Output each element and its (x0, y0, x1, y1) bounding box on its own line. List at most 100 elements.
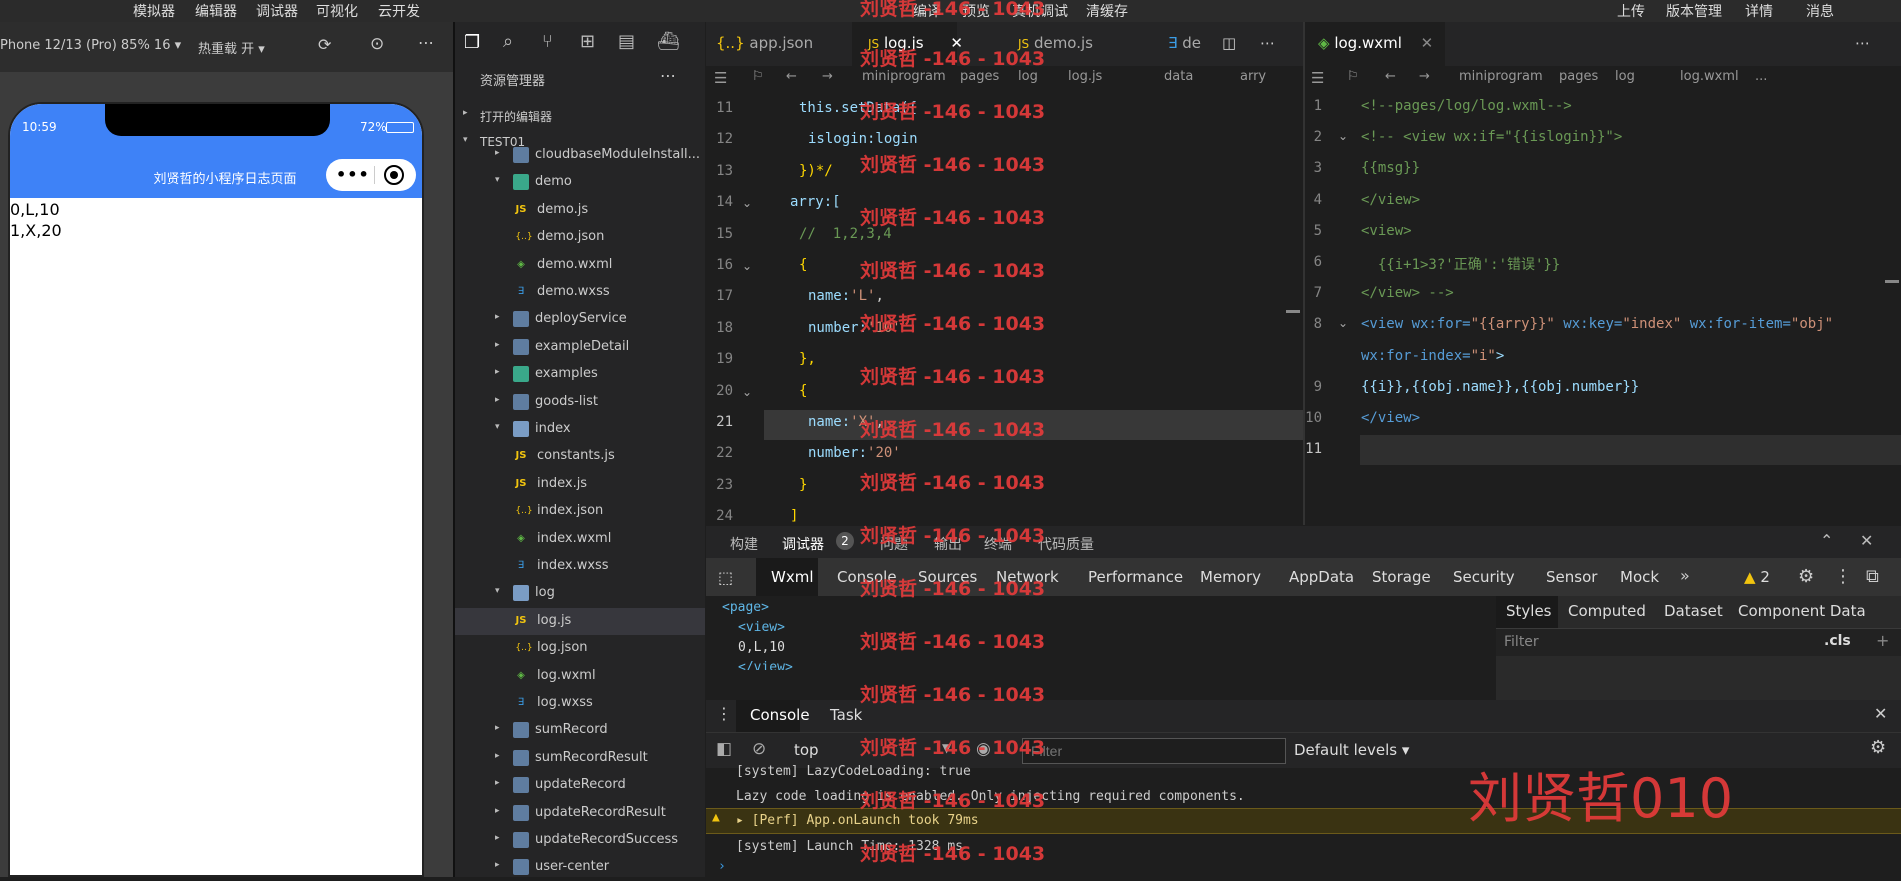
more-icon[interactable]: ⋯ (1855, 22, 1870, 66)
breadcrumb-item[interactable]: arry (1240, 69, 1266, 84)
settings-icon[interactable]: ⚙ (1798, 566, 1814, 587)
file-tree-item[interactable]: ▸ deployService (455, 306, 705, 333)
console-prompt-icon[interactable]: › (718, 859, 726, 874)
file-tree-item[interactable]: ▸ sumRecordResult (455, 745, 705, 772)
open-editors-section[interactable]: ▸ 打开的编辑器 (455, 102, 705, 129)
chevron-down-icon[interactable]: ▾ (495, 422, 500, 432)
tab-app-json[interactable]: {..} app.json (716, 22, 813, 66)
bookmark-icon[interactable]: ⚐ (752, 69, 764, 84)
sidebar-toggle-icon[interactable]: ◧ (716, 739, 732, 759)
file-tree-item[interactable]: ∃ log.wxss (455, 690, 705, 717)
dock-icon[interactable]: ⧉ (1866, 566, 1879, 587)
wxml-node[interactable]: <page> (722, 600, 769, 615)
details-button[interactable]: 详情 (1745, 1, 1773, 21)
file-tree-item[interactable]: ∃ demo.wxss (455, 279, 705, 306)
file-tree-item[interactable]: ▸ exampleDetail (455, 334, 705, 361)
tab-computed[interactable]: Computed (1568, 602, 1646, 620)
menu-visual[interactable]: 可视化 (316, 1, 358, 21)
cls-button[interactable]: .cls (1824, 633, 1851, 649)
breadcrumb-item[interactable]: pages (1559, 69, 1598, 84)
chevron-right-icon[interactable]: ▸ (495, 367, 500, 377)
capsule-close-icon[interactable] (384, 165, 404, 185)
log-levels-select[interactable]: Default levels ▾ (1294, 741, 1409, 759)
warning-count[interactable]: ▲ 2 (1744, 568, 1770, 586)
file-tree-item[interactable]: ▸ updateRecordResult (455, 800, 705, 827)
tab-de[interactable]: ∃ de (1168, 22, 1201, 66)
devtools-tab-sensor[interactable]: Sensor (1546, 568, 1597, 586)
fold-chevron-icon[interactable]: ⌄ (742, 196, 752, 210)
extensions-icon[interactable]: ⊞ (580, 31, 595, 52)
devtools-tab-performance[interactable]: Performance (1088, 568, 1183, 586)
file-tree-item[interactable]: ▸ goods-list (455, 389, 705, 416)
settings-icon[interactable]: ⚙ (1870, 737, 1886, 758)
file-tree-item[interactable]: ◈ log.wxml (455, 663, 705, 690)
back-icon[interactable]: ← (1385, 69, 1396, 84)
more-icon[interactable]: ⋯ (418, 33, 434, 52)
console-warning-line[interactable]: ▸ [Perf] App.onLaunch took 79ms (736, 813, 979, 828)
code-editor-right[interactable] (1305, 90, 1901, 525)
file-tree-item[interactable]: {..} demo.json (455, 224, 705, 251)
messages-button[interactable]: 消息 (1806, 1, 1834, 21)
file-tree-item[interactable]: JS constants.js (455, 443, 705, 470)
close-icon[interactable]: ✕ (1421, 34, 1434, 52)
back-icon[interactable]: ← (786, 69, 797, 84)
breadcrumb-item[interactable]: log (1615, 69, 1635, 84)
file-tree-item[interactable]: JS demo.js (455, 197, 705, 224)
close-icon[interactable]: ✕ (1860, 531, 1873, 550)
file-tree-item[interactable]: {..} log.json (455, 635, 705, 662)
wxml-node[interactable]: <view> (738, 620, 785, 635)
chevron-right-icon[interactable]: ▸ (495, 723, 500, 733)
tab-component-data[interactable]: Component Data (1738, 602, 1866, 620)
bookmark-icon[interactable]: ⚐ (1347, 69, 1359, 84)
fold-chevron-icon[interactable]: ⌄ (1338, 129, 1348, 143)
source-control-icon[interactable]: ⑂ (542, 31, 553, 52)
tab-console[interactable]: Console (750, 706, 810, 724)
inspect-icon[interactable]: ⬚ (718, 568, 733, 587)
capsule-menu[interactable]: ••• (326, 159, 416, 191)
devtools-tab-wxml[interactable]: Wxml (771, 568, 814, 586)
device-select[interactable]: Phone 12/13 (Pro) 85% 16 ▾ (0, 38, 181, 53)
clear-cache-button[interactable]: 清缓存 (1086, 1, 1128, 21)
fold-chevron-icon[interactable]: ⌄ (742, 385, 752, 399)
file-tree-item[interactable]: ▸ examples (455, 361, 705, 388)
chevron-right-icon[interactable]: ▸ (495, 148, 500, 158)
scrollbar-thumb[interactable] (1885, 280, 1899, 283)
clear-console-icon[interactable]: ⊘ (752, 739, 766, 759)
chevron-right-icon[interactable]: ▸ (495, 860, 500, 870)
files-icon[interactable]: ❐ (464, 32, 480, 53)
list-icon[interactable]: ☰ (1311, 69, 1324, 87)
chevron-right-icon[interactable]: ▸ (495, 833, 500, 843)
breadcrumb-item[interactable]: miniprogram (862, 69, 946, 84)
file-tree-item[interactable]: ▸ cloudbaseModuleInstall... (455, 142, 705, 169)
more-icon[interactable]: ⋯ (1260, 22, 1275, 66)
devtools-tab-storage[interactable]: Storage (1372, 568, 1431, 586)
file-tree-item[interactable]: ∃ index.wxss (455, 553, 705, 580)
search-icon[interactable]: ⌕ (503, 31, 513, 52)
docker-icon[interactable]: ⛴ (657, 31, 680, 52)
file-tree-item[interactable]: ◈ demo.wxml (455, 252, 705, 279)
version-button[interactable]: 版本管理 (1666, 1, 1722, 21)
scrollbar-thumb[interactable] (1286, 310, 1300, 313)
file-tree-item[interactable]: ▸ user-center (455, 854, 705, 881)
tab-dataset[interactable]: Dataset (1664, 602, 1723, 620)
file-tree-item[interactable]: ▾ demo (455, 169, 705, 196)
menu-cloud[interactable]: 云开发 (378, 1, 420, 21)
chevron-down-icon[interactable]: ▾ (495, 175, 500, 185)
close-icon[interactable]: ✕ (1874, 704, 1887, 723)
forward-icon[interactable]: → (822, 69, 833, 84)
fold-chevron-icon[interactable]: ⌄ (742, 259, 752, 273)
more-vertical-icon[interactable]: ⋮ (1834, 566, 1852, 587)
chevron-right-icon[interactable]: ▸ (495, 778, 500, 788)
chevron-down-icon[interactable]: ▾ (495, 586, 500, 596)
chevron-right-icon[interactable]: ▸ (495, 806, 500, 816)
more-vertical-icon[interactable]: ⋮ (716, 704, 732, 723)
more-icon[interactable]: ⋯ (660, 66, 676, 85)
wxml-node[interactable]: </view> (738, 660, 793, 670)
capsule-more-icon[interactable]: ••• (336, 165, 370, 184)
tab-debugger[interactable]: 调试器 (782, 534, 824, 554)
tab-code-quality[interactable]: 代码质量 (1038, 534, 1094, 554)
wxml-text-node[interactable]: 0,L,10 (738, 640, 785, 655)
add-rule-icon[interactable]: + (1876, 631, 1889, 650)
breadcrumb-item[interactable]: data (1164, 69, 1193, 84)
chevron-right-icon[interactable]: ▸ (495, 395, 500, 405)
